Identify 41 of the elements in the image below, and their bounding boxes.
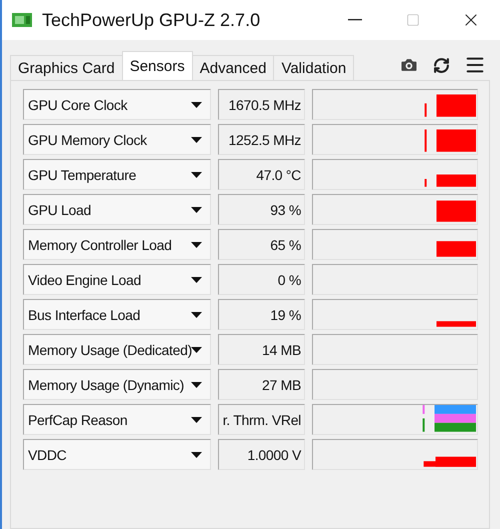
sensor-select[interactable]: Memory Usage (Dynamic) [23,369,211,400]
caret-icon [190,347,202,353]
caret-icon [190,417,202,423]
sensor-select[interactable]: GPU Temperature [23,159,211,190]
sensor-select[interactable]: Bus Interface Load [23,299,211,330]
caret-icon [190,207,202,213]
sensor-value-field: 1.0000 V [218,439,305,470]
caret-icon [190,242,202,248]
sensor-select[interactable]: VDDC [23,439,211,470]
sensor-select[interactable]: GPU Core Clock [23,89,211,120]
sensor-value-field: 65 % [218,229,305,260]
sensor-select[interactable]: GPU Memory Clock [23,124,211,155]
sensor-select[interactable]: Memory Usage (Dedicated) [23,334,211,365]
refresh-icon[interactable] [433,56,450,74]
tab[interactable]: Validation [273,55,354,80]
sensor-value-field: 1670.5 MHz [218,89,305,120]
caret-icon [190,172,202,178]
sensor-value-field: 0 % [218,264,305,295]
sensor-value-field: r. Thrm. VRel [218,404,305,435]
caret-icon [190,382,202,388]
sensor-select[interactable]: GPU Load [23,194,211,225]
tab[interactable]: Graphics Card [10,55,123,80]
sensor-value-field: 19 % [218,299,305,330]
sensor-value-field: 27 MB [218,369,305,400]
sensor-value-field: 47.0 °C [218,159,305,190]
maximize-icon [406,13,420,27]
sensor-value-field: 14 MB [218,334,305,365]
sensor-select[interactable]: PerfCap Reason [23,404,211,435]
sensor-value-field: 1252.5 MHz [218,124,305,155]
caret-icon [190,312,202,318]
sensor-select[interactable]: Memory Controller Load [23,229,211,260]
tab[interactable]: Sensors [122,51,193,80]
caret-icon [190,277,202,283]
caret-icon [190,452,202,458]
caret-icon [190,102,202,108]
minimize-icon [348,19,362,21]
graphics-card-icon [12,12,32,28]
window-title: TechPowerUp GPU-Z 2.7.0 [42,10,262,30]
sensor-select[interactable]: Video Engine Load [23,264,211,295]
sensor-value-field: 93 % [218,194,305,225]
caret-icon [190,137,202,143]
